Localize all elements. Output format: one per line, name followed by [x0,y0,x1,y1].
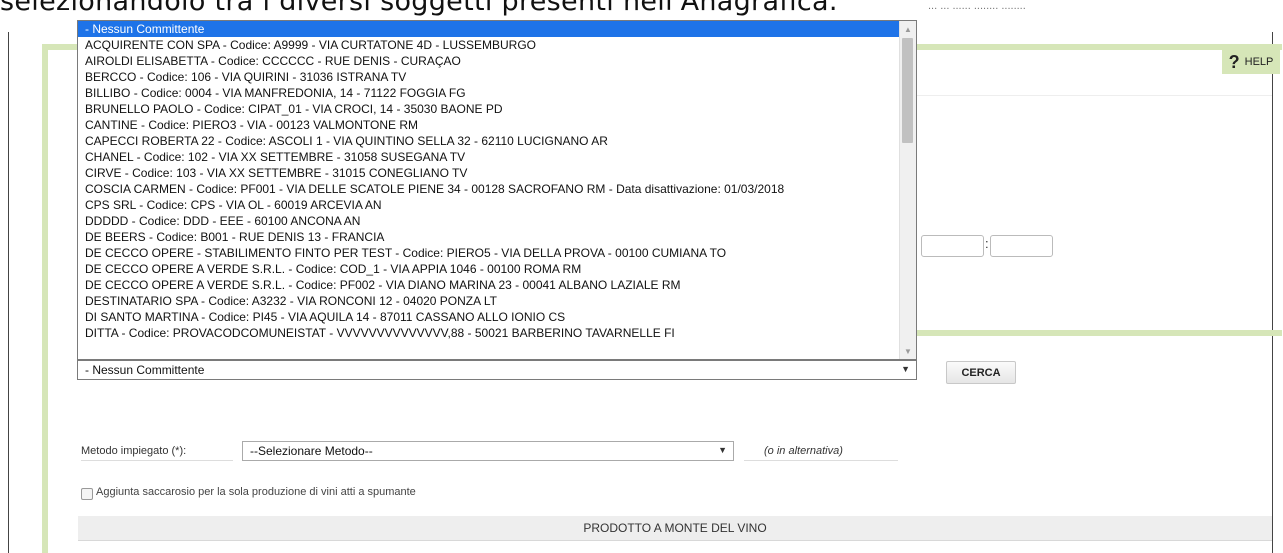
committente-select-value: - Nessun Committente [85,363,205,377]
time-separator: : [985,236,989,251]
metodo-select-value: --Selezionare Metodo-- [250,444,373,458]
committente-option[interactable]: CHANEL - Codice: 102 - VIA XX SETTEMBRE … [78,149,899,165]
chevron-down-icon: ▼ [901,364,910,374]
panel-section-divider [916,330,1282,336]
committente-option[interactable]: COSCIA CARMEN - Codice: PF001 - VIA DELL… [78,181,899,197]
metodo-label: Metodo impiegato (*): [81,445,187,457]
committente-option[interactable]: BERCCO - Codice: 106 - VIA QUIRINI - 310… [78,69,899,85]
committente-option[interactable]: DE CECCO OPERE A VERDE S.R.L. - Codice: … [78,277,899,293]
committente-option[interactable]: AIROLDI ELISABETTA - Codice: CCCCCC - RU… [78,53,899,69]
panel-left-border [42,44,48,553]
alt-note-underline [744,460,898,461]
frame-right-border [1272,32,1273,553]
top-right-note: ... ... ...... ........ ........ [928,0,1026,12]
time-hours-input[interactable] [921,235,984,257]
scroll-thumb[interactable] [902,38,913,143]
time-minutes-input[interactable] [990,235,1053,257]
frame-left-border [8,32,9,553]
committente-select[interactable]: - Nessun Committente ▼ [77,360,917,380]
question-icon: ? [1228,51,1240,72]
committente-option[interactable]: ACQUIRENTE CON SPA - Codice: A9999 - VIA… [78,37,899,53]
committente-option[interactable]: CAPECCI ROBERTA 22 - Codice: ASCOLI 1 - … [78,133,899,149]
scroll-down-arrow-icon[interactable]: ▼ [900,343,916,359]
chevron-down-icon: ▼ [718,445,727,455]
saccarosio-checkbox[interactable] [81,488,93,500]
scroll-up-arrow-icon[interactable]: ▲ [900,21,916,37]
committente-option[interactable]: DITTA - Codice: PROVACODCOMUNEISTAT - VV… [78,325,899,341]
committente-option[interactable]: BILLIBO - Codice: 0004 - VIA MANFREDONIA… [78,85,899,101]
committente-option[interactable]: BRUNELLO PAOLO - Codice: CIPAT_01 - VIA … [78,101,899,117]
committente-option[interactable]: - Nessun Committente [78,21,899,37]
committente-options: - Nessun Committente ACQUIRENTE CON SPA -… [78,21,899,341]
committente-option[interactable]: DDDDD - Codice: DDD - EEE - 60100 ANCONA… [78,213,899,229]
cerca-button[interactable]: CERCA [946,361,1016,384]
saccarosio-label: Aggiunta saccarosio per la sola produzio… [96,486,416,498]
help-button[interactable]: ? HELP [1222,50,1280,74]
metodo-label-underline [81,460,233,461]
committente-option[interactable]: DESTINATARIO SPA - Codice: A3232 - VIA R… [78,293,899,309]
help-label: HELP [1244,56,1274,68]
dropdown-scrollbar[interactable]: ▲ ▼ [899,21,916,359]
alternative-note: (o in alternativa) [764,445,843,457]
instruction-caption: selezionandolo tra i diversi soggetti pr… [0,0,838,17]
committente-dropdown-list[interactable]: - Nessun Committente ACQUIRENTE CON SPA -… [77,20,917,360]
section-header-prodotto: PRODOTTO A MONTE DEL VINO [78,516,1272,541]
header-divider [916,95,1272,96]
committente-option[interactable]: DE BEERS - Codice: B001 - RUE DENIS 13 -… [78,229,899,245]
committente-option[interactable]: DI SANTO MARTINA - Codice: PI45 - VIA AQ… [78,309,899,325]
committente-option[interactable]: CANTINE - Codice: PIERO3 - VIA - 00123 V… [78,117,899,133]
committente-option[interactable]: DE CECCO OPERE A VERDE S.R.L. - Codice: … [78,261,899,277]
committente-option[interactable]: CIRVE - Codice: 103 - VIA XX SETTEMBRE -… [78,165,899,181]
committente-option[interactable]: DE CECCO OPERE - STABILIMENTO FINTO PER … [78,245,899,261]
committente-option[interactable]: CPS SRL - Codice: CPS - VIA OL - 60019 A… [78,197,899,213]
metodo-select[interactable]: --Selezionare Metodo-- ▼ [242,441,734,461]
